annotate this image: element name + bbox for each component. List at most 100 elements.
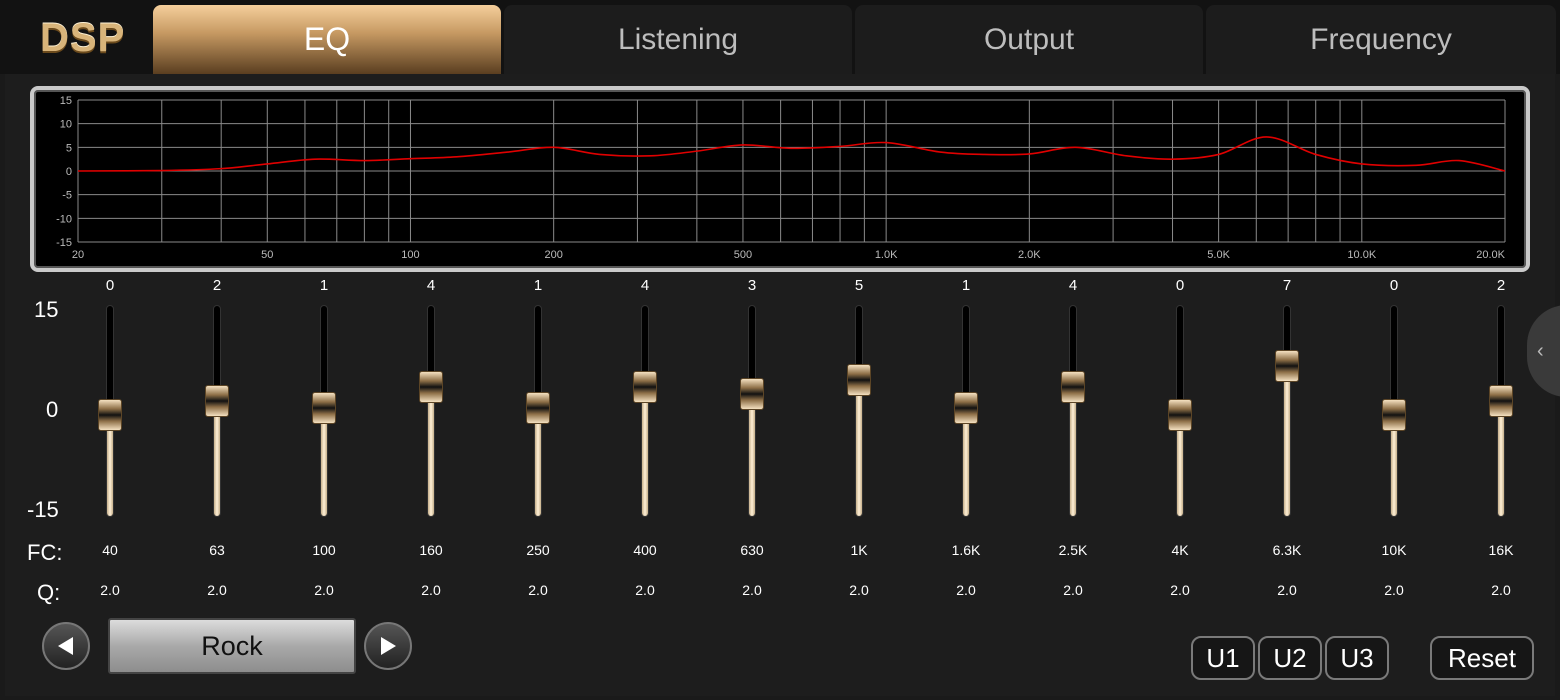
band-q-value[interactable]: 2.0 [1359,582,1429,598]
band-fc-value[interactable]: 2.5K [1038,542,1108,558]
band-fc-value[interactable]: 40 [75,542,145,558]
band-slider-fill [856,380,862,516]
y-tick-label: 10 [60,119,72,131]
band-fc-value[interactable]: 63 [182,542,252,558]
band-slider-track[interactable] [856,306,862,516]
range-bottom-label: -15 [27,497,59,522]
band-fc-value[interactable]: 630 [717,542,787,558]
x-tick-label: 500 [734,249,752,261]
tab-eq[interactable]: EQ [153,5,501,74]
band-slider-thumb[interactable] [1382,399,1406,431]
band-fc-value[interactable]: 6.3K [1252,542,1322,558]
y-tick-label: 5 [66,142,72,154]
x-tick-label: 50 [261,249,273,261]
band-gain-value: 1 [533,277,543,294]
x-tick-label: 20 [72,249,84,261]
band-slider-fill [214,401,220,516]
triangle-left-icon [58,637,73,655]
band-slider-thumb[interactable] [419,371,443,403]
chevron-left-icon: ‹ [1537,339,1544,362]
band-fc-value[interactable]: 16K [1466,542,1536,558]
y-tick-label: 0 [66,166,72,178]
band-slider-thumb[interactable] [740,378,764,410]
band-fc-value[interactable]: 10K [1359,542,1429,558]
band-slider-thumb[interactable] [847,364,871,396]
prev-preset-button[interactable] [42,622,90,670]
eq-response-curve [77,136,1506,172]
band-slider-thumb[interactable] [1168,399,1192,431]
band-fc-value[interactable]: 100 [289,542,359,558]
band-slider-thumb[interactable] [1489,385,1513,417]
band-slider-thumb[interactable] [205,385,229,417]
band-gain-value: 4 [426,277,436,294]
band-fc-value[interactable]: 400 [610,542,680,558]
tab-frequency[interactable]: Frequency [1206,5,1556,74]
band-fc-value[interactable]: 1.6K [931,542,1001,558]
tab-listening[interactable]: Listening [504,5,852,74]
band-q-value[interactable]: 2.0 [1252,582,1322,598]
band-gain-value: 7 [1282,277,1292,294]
band-slider-fill [963,408,969,516]
band-q-value[interactable]: 2.0 [610,582,680,598]
band-slider-thumb[interactable] [312,392,336,424]
band-fc-value[interactable]: 160 [396,542,466,558]
band-q-value[interactable]: 2.0 [75,582,145,598]
band-slider-thumb[interactable] [1275,350,1299,382]
user-preset-u1-button[interactable]: U1 [1191,636,1255,680]
band-slider-track[interactable] [1284,306,1290,516]
band-q-value[interactable]: 2.0 [503,582,573,598]
band-q-value[interactable]: 2.0 [289,582,359,598]
band-slider-thumb[interactable] [98,399,122,431]
tab-output[interactable]: Output [855,5,1203,74]
user-preset-u2-button[interactable]: U2 [1258,636,1322,680]
band-fc-value[interactable]: 1K [824,542,894,558]
band-slider-fill [1070,387,1076,516]
band-q-value[interactable]: 2.0 [1145,582,1215,598]
band-gain-value: 0 [105,277,115,294]
range-mid-label: 0 [46,397,59,422]
band-q-value[interactable]: 2.0 [824,582,894,598]
band-slider-track[interactable] [642,306,648,516]
fc-label: FC: [27,540,63,565]
band-q-value[interactable]: 2.0 [931,582,1001,598]
band-q-value[interactable]: 2.0 [396,582,466,598]
band-gain-value: 1 [961,277,971,294]
band-slider-fill [428,387,434,516]
band-slider-thumb[interactable] [526,392,550,424]
next-preset-button[interactable] [364,622,412,670]
band-slider-thumb[interactable] [1061,371,1085,403]
x-tick-label: 100 [401,249,419,261]
band-slider-track[interactable] [1070,306,1076,516]
range-top-label: 15 [34,297,59,322]
dsp-logo: DSP [40,16,126,60]
band-gain-value: 4 [640,277,650,294]
band-gain-value: 2 [212,277,222,294]
band-q-value[interactable]: 2.0 [1038,582,1108,598]
top-bar: DSP EQ Listening Output Frequency [0,0,1560,74]
band-gain-value: 0 [1389,277,1399,294]
x-tick-label: 1.0K [875,249,898,261]
preset-name-display[interactable]: Rock [108,618,356,674]
band-fc-value[interactable]: 4K [1145,542,1215,558]
band-gain-value: 1 [319,277,329,294]
band-slider-thumb[interactable] [633,371,657,403]
q-label: Q: [37,580,61,605]
band-q-value[interactable]: 2.0 [182,582,252,598]
band-gain-value: 4 [1068,277,1078,294]
x-tick-label: 10.0K [1347,249,1376,261]
y-tick-label: 15 [60,95,72,107]
band-fc-value[interactable]: 250 [503,542,573,558]
band-slider-fill [642,387,648,516]
x-tick-label: 2.0K [1018,249,1041,261]
band-q-value[interactable]: 2.0 [717,582,787,598]
band-q-value[interactable]: 2.0 [1466,582,1536,598]
band-slider-thumb[interactable] [954,392,978,424]
reset-button[interactable]: Reset [1430,636,1534,680]
band-slider-track[interactable] [428,306,434,516]
y-tick-label: -10 [56,213,72,225]
user-preset-u3-button[interactable]: U3 [1325,636,1389,680]
band-gain-value: 2 [1496,277,1506,294]
band-slider-track[interactable] [749,306,755,516]
band-slider-fill [1498,401,1504,516]
band-gain-value: 0 [1175,277,1185,294]
